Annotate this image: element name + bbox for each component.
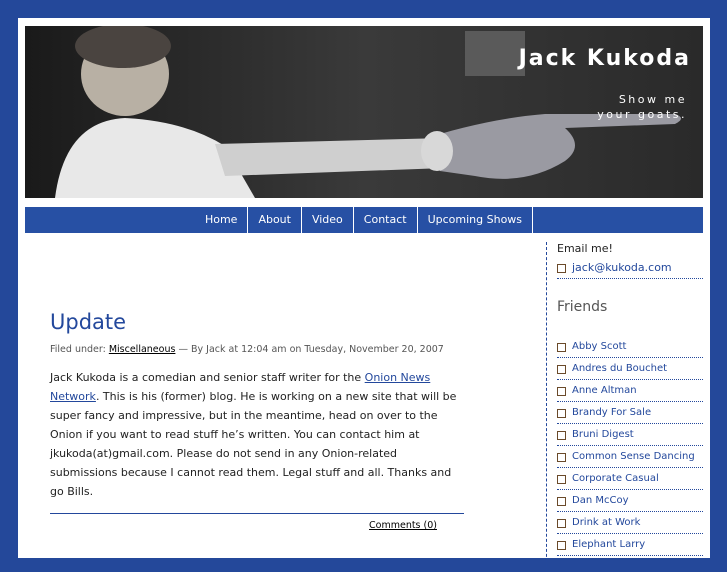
- friend-link[interactable]: Abby Scott: [557, 337, 703, 358]
- site-tagline: Show me your goats.: [547, 92, 687, 122]
- friend-link[interactable]: Brandy For Sale: [557, 403, 703, 424]
- bullet-box-icon: [557, 475, 566, 484]
- nav-about[interactable]: About: [247, 207, 301, 233]
- body-text-start: Jack Kukoda is a comedian and senior sta…: [50, 371, 365, 384]
- meta-prefix: Filed under:: [50, 344, 109, 355]
- email-link[interactable]: jack@kukoda.com: [557, 258, 703, 279]
- bullet-box-icon: [557, 541, 566, 550]
- tagline-line-1: Show me: [618, 93, 687, 106]
- main-content: Update Filed under: Miscellaneous — By J…: [50, 310, 464, 531]
- bullet-box-icon: [557, 343, 566, 352]
- friend-label: Anne Altman: [572, 385, 637, 396]
- site-title[interactable]: Jack Kukoda: [519, 46, 691, 71]
- tagline-line-2: your goats.: [597, 108, 687, 121]
- email-heading: Email me!: [557, 242, 613, 255]
- comments-row: Comments (0): [50, 520, 464, 531]
- sidebar: Email me! jack@kukoda.com Friends Abby S…: [546, 242, 707, 572]
- friend-label: Dan McCoy: [572, 495, 629, 506]
- friend-link[interactable]: Elephant Larry: [557, 535, 703, 556]
- bullet-box-icon: [557, 453, 566, 462]
- bullet-box-icon: [557, 519, 566, 528]
- bullet-box-icon: [557, 431, 566, 440]
- nav-home[interactable]: Home: [195, 207, 247, 233]
- bullet-box-icon: [557, 497, 566, 506]
- comments-link[interactable]: Comments (0): [369, 520, 437, 531]
- bullet-box-icon: [557, 264, 566, 273]
- category-link[interactable]: Miscellaneous: [109, 344, 176, 355]
- post-title[interactable]: Update: [50, 310, 464, 334]
- bullet-box-icon: [557, 387, 566, 396]
- body-text-end: . This is his (former) blog. He is worki…: [50, 390, 457, 498]
- page-container: Jack Kukoda Show me your goats. Home Abo…: [18, 18, 710, 572]
- bullet-box-icon: [557, 365, 566, 374]
- friend-label: Drink at Work: [572, 517, 641, 528]
- friend-label: Andres du Bouchet: [572, 363, 668, 374]
- friend-link[interactable]: Common Sense Dancing: [557, 447, 703, 468]
- friend-link[interactable]: Dan McCoy: [557, 491, 703, 512]
- post-body: Jack Kukoda is a comedian and senior sta…: [50, 368, 464, 501]
- main-nav: Home About Video Contact Upcoming Shows: [25, 207, 703, 233]
- friend-label: Bruni Digest: [572, 429, 634, 440]
- friend-label: Brandy For Sale: [572, 407, 652, 418]
- friend-label: Common Sense Dancing: [572, 451, 695, 462]
- nav-upcoming-shows[interactable]: Upcoming Shows: [416, 207, 534, 233]
- friend-label: Corporate Casual: [572, 473, 659, 484]
- bullet-box-icon: [557, 409, 566, 418]
- nav-contact[interactable]: Contact: [352, 207, 417, 233]
- nav-video[interactable]: Video: [300, 207, 353, 233]
- friend-label: Abby Scott: [572, 341, 627, 352]
- friend-link[interactable]: Andres du Bouchet: [557, 359, 703, 380]
- email-address: jack@kukoda.com: [572, 261, 672, 274]
- post-meta: Filed under: Miscellaneous — By Jack at …: [50, 344, 464, 355]
- friends-heading: Friends: [557, 299, 608, 315]
- friend-link[interactable]: Bruni Digest: [557, 425, 703, 446]
- post-divider: [50, 513, 464, 514]
- friend-link[interactable]: Anne Altman: [557, 381, 703, 402]
- friend-link[interactable]: Corporate Casual: [557, 469, 703, 490]
- meta-suffix: — By Jack at 12:04 am on Tuesday, Novemb…: [175, 344, 444, 355]
- header-banner: Jack Kukoda Show me your goats.: [25, 26, 703, 198]
- friend-link[interactable]: Drink at Work: [557, 513, 703, 534]
